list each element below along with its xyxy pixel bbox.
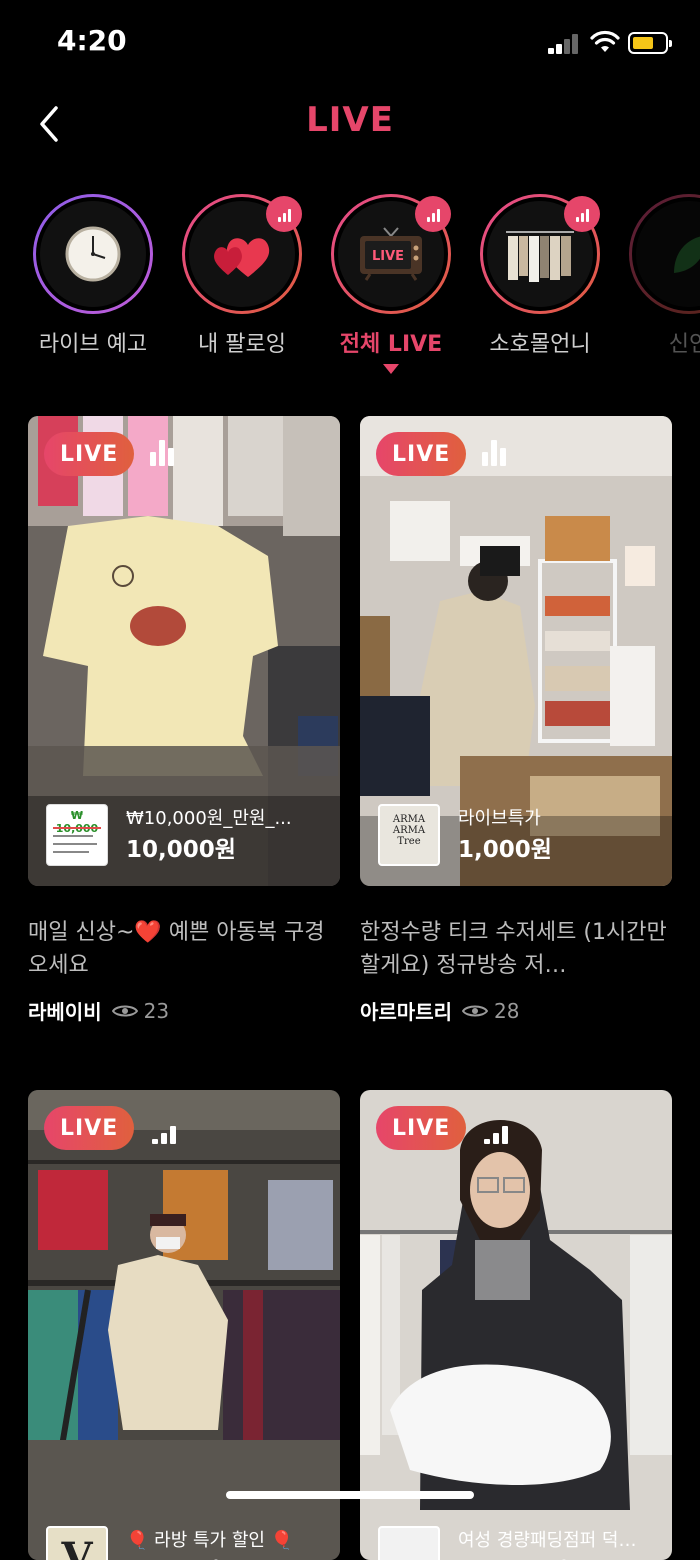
product-info[interactable]: 여성 경량패딩점퍼 덕… 24,900원 [378, 1526, 654, 1560]
view-count: 23 [143, 998, 170, 1023]
live-signal-icon [150, 440, 182, 466]
live-signal-badge [266, 196, 302, 232]
live-signal-badge [564, 196, 600, 232]
live-thumbnail[interactable]: LIVE 여성 경량패딩점퍼 덕… 24,900원 [360, 1090, 672, 1560]
category-following[interactable]: 내 팔로잉 [167, 188, 317, 358]
product-name: 라이브특가 [458, 808, 541, 829]
stream-meta: 아르마트리 28 [360, 996, 672, 1025]
cellular-signal-icon [548, 34, 580, 54]
status-bar: 4:20 [0, 0, 700, 88]
stream-title: 매일 신상~❤️ 예쁜 아동복 구경오세요 [28, 920, 325, 978]
live-card[interactable]: LIVE 여성 경량패딩점퍼 덕… 24,900원 [360, 1090, 672, 1560]
live-badge: LIVE [376, 1106, 467, 1150]
category-row: 라이브 예고 내 팔로잉 LIVE 전체 LIVE 소호몰언니 신인 [0, 188, 700, 388]
category-label: 전체 LIVE [339, 332, 443, 357]
product-thumbnail [378, 1526, 440, 1560]
live-badge: LIVE [44, 432, 135, 476]
category-preview[interactable]: 라이브 예고 [18, 188, 168, 358]
category-newcomer[interactable]: 신인 [614, 188, 700, 358]
status-time: 4:20 [57, 24, 127, 57]
live-card[interactable]: LIVE ₩ 10,000 ₩10,000원_만원_... 10,000원 매일… [28, 416, 340, 1025]
live-thumbnail[interactable]: LIVE ARMA ARMA Tree 라이브특가 1,000원 [360, 416, 672, 886]
category-all-live[interactable]: LIVE 전체 LIVE [316, 188, 466, 374]
category-label: 소호몰언니 [489, 332, 591, 357]
eye-icon [462, 1005, 488, 1016]
product-price: 10,000원 [126, 837, 236, 863]
live-signal-icon [482, 440, 514, 466]
product-thumbnail: V [46, 1526, 108, 1560]
stream-preview-image [28, 1090, 340, 1560]
stream-title: 한정수량 티크 수저세트 (1시간만할게요) 정규방송 저… [360, 920, 667, 978]
tv-icon: LIVE [360, 227, 422, 281]
product-price: 24,900원 [458, 1552, 568, 1560]
shop-name[interactable]: 라베이비 [28, 996, 102, 1025]
product-price: 1,000원 [458, 837, 552, 863]
category-label: 내 팔로잉 [198, 332, 286, 357]
hearts-icon [214, 238, 270, 277]
live-thumbnail[interactable]: LIVE V 🎈 라방 특가 할인 🎈 1,000원 [28, 1090, 340, 1560]
category-label: 라이브 예고 [38, 332, 148, 357]
category-soho[interactable]: 소호몰언니 [465, 188, 615, 358]
clock-icon [65, 226, 121, 282]
svg-text:LIVE: LIVE [372, 249, 404, 264]
live-badge: LIVE [44, 1106, 135, 1150]
live-card[interactable]: LIVE ARMA ARMA Tree 라이브특가 1,000원 한정수량 티크… [360, 416, 672, 1025]
shop-name[interactable]: 아르마트리 [360, 996, 452, 1025]
product-name: 여성 경량패딩점퍼 덕… [458, 1530, 637, 1551]
product-name: 🎈 라방 특가 할인 🎈 [126, 1530, 294, 1551]
home-indicator[interactable] [226, 1491, 474, 1499]
product-info[interactable]: V 🎈 라방 특가 할인 🎈 1,000원 [46, 1526, 322, 1560]
view-count: 28 [494, 998, 520, 1023]
product-thumbnail-text: ARMA ARMA Tree [392, 814, 426, 847]
product-price: 1,000원 [126, 1552, 220, 1560]
clothes-rack-icon [506, 231, 574, 282]
product-thumbnail: ARMA ARMA Tree [378, 804, 440, 866]
category-label: 신인 [668, 332, 700, 357]
live-card[interactable]: LIVE V 🎈 라방 특가 할인 🎈 1,000원 [28, 1090, 340, 1560]
live-badge: LIVE [376, 432, 467, 476]
live-thumbnail[interactable]: LIVE ₩ 10,000 ₩10,000원_만원_... 10,000원 [28, 416, 340, 886]
eye-icon [111, 1005, 138, 1016]
page-title: LIVE [306, 100, 394, 140]
wifi-icon [590, 30, 620, 52]
product-name: ₩10,000원_만원_... [126, 808, 292, 829]
selected-caret-icon [383, 364, 399, 374]
stream-preview-image [360, 1090, 672, 1560]
product-info[interactable]: ARMA ARMA Tree 라이브특가 1,000원 [378, 804, 654, 868]
product-thumbnail: ₩ 10,000 [46, 804, 108, 866]
product-info[interactable]: ₩ 10,000 ₩10,000원_만원_... 10,000원 [46, 804, 322, 868]
battery-icon [628, 32, 672, 54]
live-signal-badge [415, 196, 451, 232]
leaf-icon [674, 236, 700, 273]
live-signal-icon [152, 1118, 184, 1144]
live-signal-icon [484, 1118, 516, 1144]
product-thumbnail-text: ₩ 10,000 [56, 809, 98, 835]
stream-meta: 라베이비 23 [28, 996, 340, 1025]
